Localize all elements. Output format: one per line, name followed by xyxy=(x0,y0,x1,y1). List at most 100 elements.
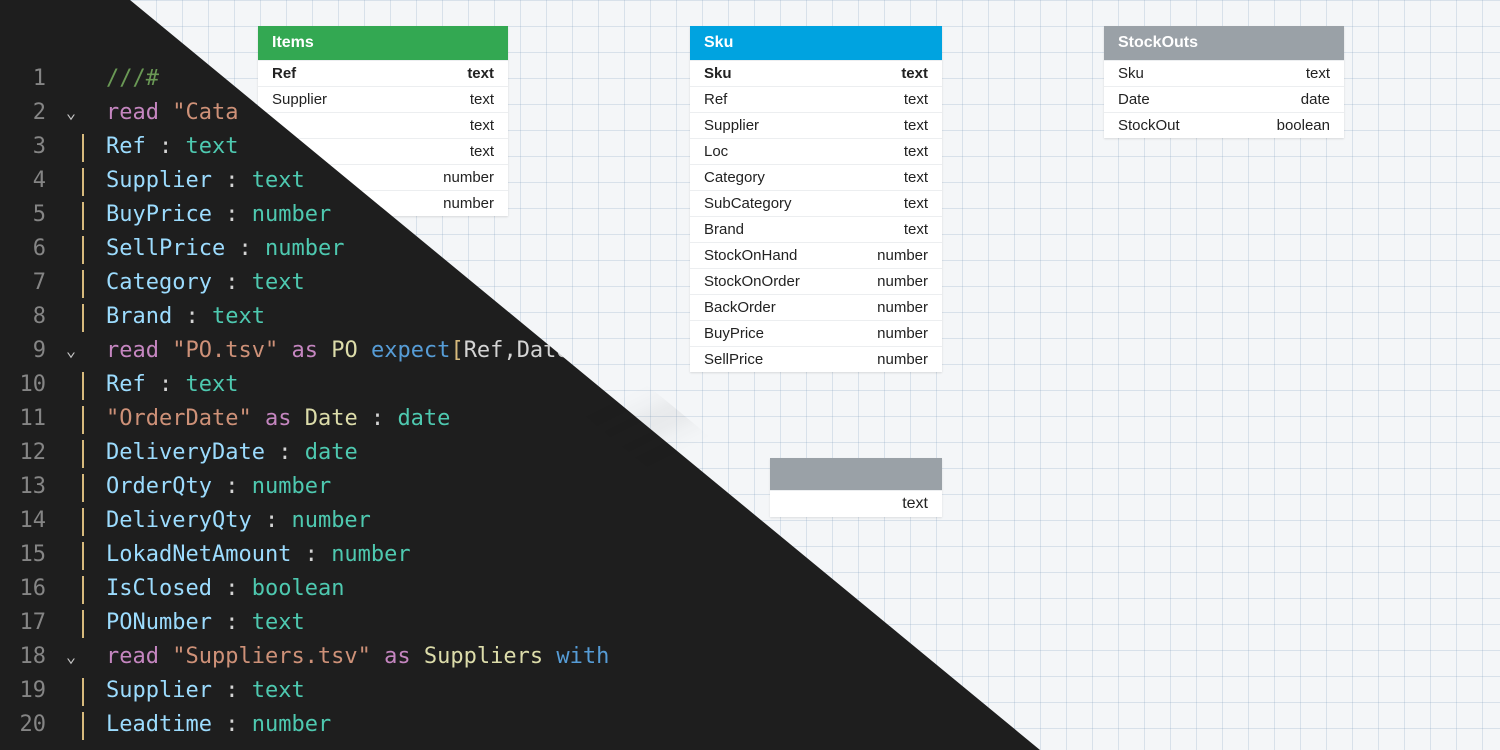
line-number: 9 xyxy=(8,334,60,368)
schema-column-row[interactable]: SellPricenumber xyxy=(690,346,942,372)
schema-column-type: text xyxy=(904,221,928,238)
schema-table-body: Sku text Date date StockOut boolean xyxy=(1104,60,1344,138)
schema-column-type: text xyxy=(470,91,494,108)
line-number: 13 xyxy=(8,470,60,504)
schema-table-header xyxy=(770,458,942,490)
schema-column-type: text xyxy=(904,91,928,108)
line-number: 5 xyxy=(8,198,60,232)
schema-column-name: BuyPrice xyxy=(704,325,764,342)
line-number: 19 xyxy=(8,674,60,708)
schema-column-row[interactable]: BackOrder number xyxy=(690,294,942,320)
schema-column-row[interactable]: Supplier text xyxy=(690,112,942,138)
indent-guide xyxy=(82,542,84,570)
schema-column-row[interactable]: SubCategorytext xyxy=(690,190,942,216)
schema-column-row: text xyxy=(770,490,942,517)
indent-guide xyxy=(82,440,84,468)
schema-column-row[interactable]: Suppliertext xyxy=(258,86,508,112)
schema-column-row[interactable]: text xyxy=(258,112,508,138)
code-content: PONumber : text xyxy=(106,606,305,640)
schema-column-type: text xyxy=(904,169,928,186)
indent-guide xyxy=(82,168,84,196)
code-content: read "PO.tsv" as PO expect[Ref,Date] xyxy=(106,334,583,368)
line-number: 12 xyxy=(8,436,60,470)
schema-column-name: Loc xyxy=(704,143,728,160)
schema-table-header: StockOuts xyxy=(1104,26,1344,60)
fold-chevron-icon[interactable]: ⌄ xyxy=(60,96,82,130)
schema-column-row[interactable]: Sku text xyxy=(690,60,942,86)
code-content: DeliveryDate : date xyxy=(106,436,358,470)
schema-column-type: number xyxy=(877,299,928,316)
line-number: 15 xyxy=(8,538,60,572)
fold-chevron-icon[interactable]: ⌄ xyxy=(60,334,82,368)
code-content: DeliveryQty : number xyxy=(106,504,371,538)
line-number: 14 xyxy=(8,504,60,538)
schema-column-row[interactable]: StockOut boolean xyxy=(1104,112,1344,138)
indent-guide xyxy=(82,304,84,332)
schema-column-name: Sku xyxy=(704,65,732,82)
code-content: read "Suppliers.tsv" as Suppliers with xyxy=(106,640,609,674)
schema-column-row[interactable]: Sku text xyxy=(1104,60,1344,86)
code-content: ///# xyxy=(106,62,159,96)
schema-column-type: number xyxy=(877,325,928,342)
code-content: Category : text xyxy=(106,266,305,300)
line-number: 4 xyxy=(8,164,60,198)
schema-table-header: Items xyxy=(258,26,508,60)
schema-table-stockouts[interactable]: StockOuts Sku text Date date StockOut boolean xyxy=(1104,26,1344,138)
schema-column-row[interactable]: Date date xyxy=(1104,86,1344,112)
schema-column-name: Category xyxy=(704,169,765,186)
fold-chevron-icon[interactable]: ⌄ xyxy=(60,640,82,674)
schema-column-name: StockOnOrder xyxy=(704,273,800,290)
schema-column-name: StockOnHand xyxy=(704,247,797,264)
schema-table-sku[interactable]: Sku SkutextReftextSuppliertextLoctextCat… xyxy=(690,26,942,372)
line-number: 11 xyxy=(8,402,60,436)
schema-column-type: text xyxy=(1306,65,1330,82)
code-content: BuyPrice : number xyxy=(106,198,331,232)
code-content: Supplier : text xyxy=(106,164,305,198)
code-content: Leadtime : number xyxy=(106,708,331,742)
schema-column-row[interactable]: StockOnHandnumber xyxy=(690,242,942,268)
code-content: Supplier : text xyxy=(106,674,305,708)
schema-column-name: Supplier xyxy=(704,117,759,134)
schema-column-type: text xyxy=(901,65,928,82)
schema-column-type: text xyxy=(904,143,928,160)
line-number: 16 xyxy=(8,572,60,606)
schema-column-name: StockOut xyxy=(1118,117,1180,134)
indent-guide xyxy=(82,406,84,434)
indent-guide xyxy=(82,712,84,740)
schema-column-name: Sku xyxy=(1118,65,1144,82)
code-content: Ref : text xyxy=(106,130,238,164)
schema-column-type: boolean xyxy=(1277,117,1330,134)
schema-column-name: Brand xyxy=(704,221,744,238)
schema-column-type: number xyxy=(443,169,494,186)
indent-guide xyxy=(82,576,84,604)
schema-column-row[interactable]: BuyPrice number xyxy=(690,320,942,346)
indent-guide xyxy=(82,678,84,706)
schema-column-row[interactable]: Brand text xyxy=(690,216,942,242)
schema-column-row[interactable]: Reftext xyxy=(258,60,508,86)
schema-column-name: SubCategory xyxy=(704,195,792,212)
schema-column-row[interactable]: Loc text xyxy=(690,138,942,164)
line-number: 8 xyxy=(8,300,60,334)
schema-table-partial[interactable]: text xyxy=(770,458,942,517)
code-content: IsClosed : boolean xyxy=(106,572,344,606)
schema-column-type: date xyxy=(1301,91,1330,108)
schema-column-type: text xyxy=(470,143,494,160)
indent-guide xyxy=(82,610,84,638)
line-number: 6 xyxy=(8,232,60,266)
indent-guide xyxy=(82,372,84,400)
indent-guide xyxy=(82,508,84,536)
line-number: 2 xyxy=(8,96,60,130)
schema-column-type: text xyxy=(904,117,928,134)
line-number: 7 xyxy=(8,266,60,300)
code-content: OrderQty : number xyxy=(106,470,331,504)
indent-guide xyxy=(82,474,84,502)
schema-column-row[interactable]: Category text xyxy=(690,164,942,190)
schema-column-name: BackOrder xyxy=(704,299,776,316)
schema-column-type: text xyxy=(470,117,494,134)
schema-column-name: Date xyxy=(1118,91,1150,108)
schema-column-row[interactable]: Reftext xyxy=(690,86,942,112)
schema-column-name: SellPrice xyxy=(704,351,763,368)
schema-column-row[interactable]: StockOnOrder number xyxy=(690,268,942,294)
indent-guide xyxy=(82,134,84,162)
schema-column-type: number xyxy=(877,273,928,290)
